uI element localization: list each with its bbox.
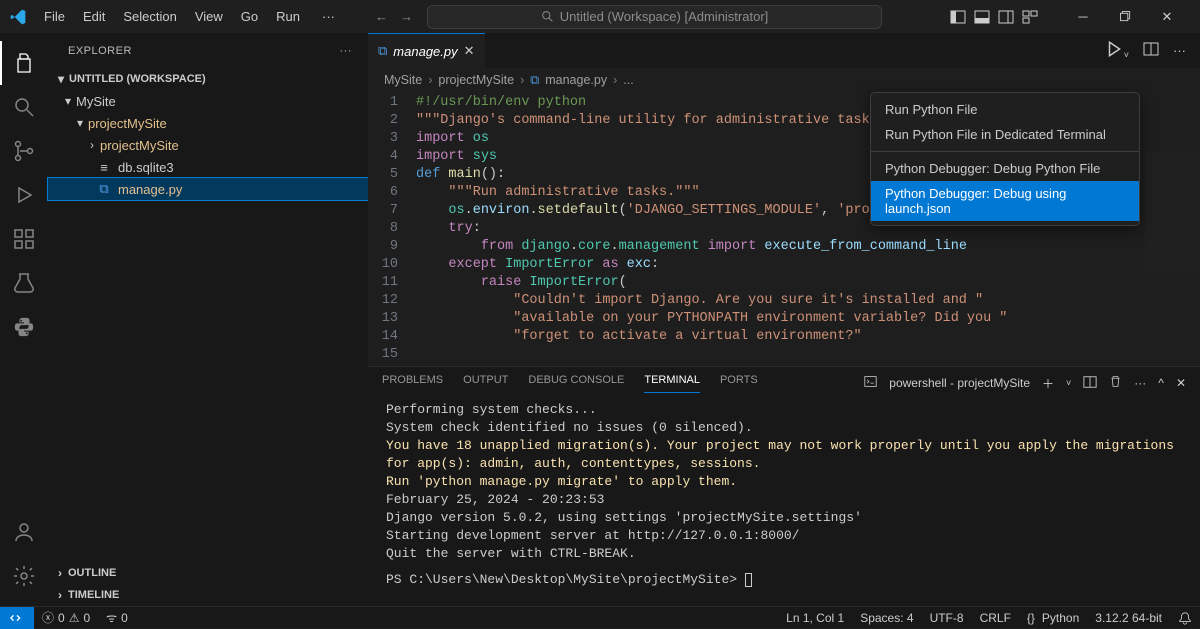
panel-tab[interactable]: TERMINAL	[644, 374, 700, 393]
status-ports[interactable]: ᯤ0	[98, 609, 136, 626]
terminal-new-icon[interactable]: ＋	[1042, 375, 1054, 392]
explorer-title: EXPLORER	[68, 45, 132, 57]
panel-more-icon[interactable]: ···	[1134, 376, 1146, 390]
status-cursor[interactable]: Ln 1, Col 1	[778, 611, 852, 625]
run-dropdown-menu: Run Python FileRun Python File in Dedica…	[870, 92, 1140, 226]
terminal-profile-icon	[864, 375, 877, 391]
vscode-logo-icon	[8, 7, 28, 27]
menu-bar: File Edit Selection View Go Run	[36, 5, 308, 28]
layout-bottom-icon[interactable]	[974, 9, 990, 25]
status-encoding[interactable]: UTF-8	[922, 611, 972, 625]
run-menu-item[interactable]: Run Python File	[871, 97, 1139, 122]
menu-file[interactable]: File	[36, 5, 73, 28]
activity-extensions[interactable]	[0, 217, 48, 261]
remote-indicator[interactable]	[0, 607, 34, 629]
activity-explorer[interactable]	[0, 41, 48, 85]
status-problems[interactable]: ⓧ0 ⚠0	[34, 609, 98, 626]
menu-run[interactable]: Run	[268, 5, 308, 28]
terminal-profile-label[interactable]: powershell - projectMySite	[889, 376, 1030, 390]
panel-tab[interactable]: PROBLEMS	[382, 374, 443, 392]
activity-python-icon[interactable]	[0, 305, 48, 349]
tree-item[interactable]: ⧉manage.py	[48, 178, 368, 200]
status-bar: ⓧ0 ⚠0 ᯤ0 Ln 1, Col 1 Spaces: 4 UTF-8 CRL…	[0, 606, 1200, 628]
breadcrumb[interactable]: MySite› projectMySite› ⧉manage.py› ...	[368, 68, 1200, 92]
terminal-split-icon[interactable]	[1083, 375, 1097, 392]
tree-item[interactable]: ›projectMySite	[48, 134, 368, 156]
chevron-down-icon: ▾	[53, 72, 69, 86]
activity-settings[interactable]	[0, 554, 48, 598]
status-indent[interactable]: Spaces: 4	[852, 611, 921, 625]
command-center[interactable]: Untitled (Workspace) [Administrator]	[427, 5, 882, 29]
outline-section[interactable]: ›OUTLINE	[48, 562, 368, 584]
command-center-label: Untitled (Workspace) [Administrator]	[560, 9, 769, 24]
error-icon: ⓧ	[42, 609, 54, 626]
tab-label: manage.py	[393, 44, 457, 59]
run-menu-item[interactable]: Python Debugger: Debug Python File	[871, 156, 1139, 181]
terminal-output[interactable]: Performing system checks...System check …	[368, 399, 1200, 606]
terminal-dropdown-icon[interactable]: ˅	[1066, 378, 1071, 388]
explorer-more-icon[interactable]: ···	[340, 45, 353, 57]
activity-run-debug[interactable]	[0, 173, 48, 217]
explorer-sidebar: EXPLORER ··· ▾ UNTITLED (WORKSPACE) ▾MyS…	[48, 33, 368, 606]
file-tree: ▾MySite▾projectMySite›projectMySite≡db.s…	[48, 90, 368, 562]
warning-icon: ⚠	[69, 611, 80, 625]
menu-selection[interactable]: Selection	[115, 5, 184, 28]
window-close-icon[interactable]: ✕	[1146, 2, 1188, 32]
minimap[interactable]	[1145, 152, 1200, 272]
python-file-icon: ⧉	[378, 43, 387, 59]
layout-right-icon[interactable]	[998, 9, 1014, 25]
menu-overflow-icon[interactable]: ···	[314, 5, 343, 28]
run-button-icon[interactable]: ˅	[1105, 40, 1129, 61]
radio-tower-icon: ᯤ	[106, 609, 117, 626]
activity-accounts[interactable]	[0, 510, 48, 554]
workspace-title-row[interactable]: ▾ UNTITLED (WORKSPACE)	[48, 68, 368, 90]
status-notifications-icon[interactable]	[1170, 611, 1200, 625]
layout-left-icon[interactable]	[950, 9, 966, 25]
bottom-panel: PROBLEMS OUTPUT DEBUG CONSOLE TERMINAL PORTS…	[368, 366, 1200, 606]
panel-tab[interactable]: PORTS	[720, 374, 758, 392]
workspace-title: UNTITLED (WORKSPACE)	[69, 73, 206, 85]
window-minimize-icon[interactable]: ─	[1062, 2, 1104, 32]
menu-view[interactable]: View	[187, 5, 231, 28]
status-language[interactable]: {}Python	[1019, 611, 1087, 625]
menu-go[interactable]: Go	[233, 5, 266, 28]
timeline-section[interactable]: ›TIMELINE	[48, 584, 368, 606]
panel-tab[interactable]: OUTPUT	[463, 374, 508, 392]
split-editor-icon[interactable]	[1143, 41, 1159, 60]
tree-item[interactable]: ▾MySite	[48, 90, 368, 112]
panel-close-icon[interactable]: ✕	[1176, 376, 1186, 390]
layout-customize-icon[interactable]	[1022, 9, 1038, 25]
activity-search[interactable]	[0, 85, 48, 129]
activity-source-control[interactable]	[0, 129, 48, 173]
tree-item[interactable]: ≡db.sqlite3	[48, 156, 368, 178]
run-menu-item[interactable]: Run Python File in Dedicated Terminal	[871, 122, 1139, 147]
nav-forward-icon[interactable]: →	[400, 9, 413, 24]
line-gutter: 12345678910111213141516	[368, 92, 416, 366]
run-menu-item[interactable]: Python Debugger: Debug using launch.json	[871, 181, 1139, 221]
activity-testing[interactable]	[0, 261, 48, 305]
terminal-kill-icon[interactable]	[1109, 375, 1122, 391]
menu-edit[interactable]: Edit	[75, 5, 113, 28]
panel-tab[interactable]: DEBUG CONSOLE	[528, 374, 624, 392]
tab-close-icon[interactable]: ✕	[464, 43, 475, 59]
panel-tabs: PROBLEMS OUTPUT DEBUG CONSOLE TERMINAL PORTS…	[368, 367, 1200, 399]
search-icon	[541, 10, 554, 23]
status-eol[interactable]: CRLF	[972, 611, 1019, 625]
status-interpreter[interactable]: 3.12.2 64-bit	[1087, 611, 1170, 625]
activity-bar	[0, 33, 48, 606]
tree-item[interactable]: ▾projectMySite	[48, 112, 368, 134]
tab-manage-py[interactable]: ⧉ manage.py ✕	[368, 33, 485, 68]
window-restore-icon[interactable]	[1104, 2, 1146, 32]
editor-tabs: ⧉ manage.py ✕ ˅ ···	[368, 33, 1200, 68]
panel-maximize-icon[interactable]: ^	[1158, 376, 1164, 390]
nav-back-icon[interactable]: ←	[375, 9, 388, 24]
title-bar: File Edit Selection View Go Run ··· ← → …	[0, 0, 1200, 33]
editor-more-icon[interactable]: ···	[1173, 43, 1186, 58]
